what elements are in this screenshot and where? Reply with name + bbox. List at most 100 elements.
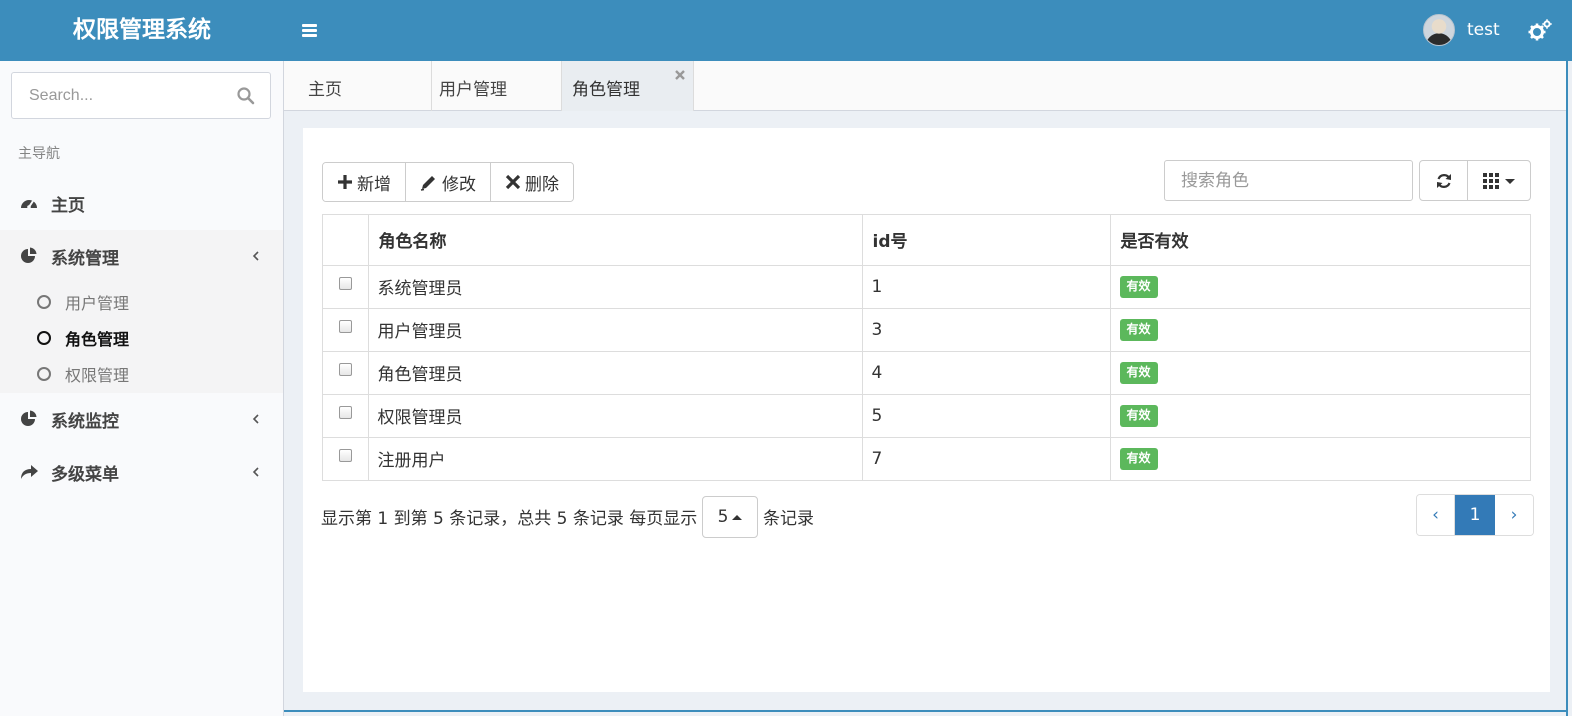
top-header: 权限管理系统 test <box>0 0 1572 61</box>
refresh-button[interactable] <box>1420 161 1468 200</box>
status-badge: 有效 <box>1119 362 1158 384</box>
caret-down-icon <box>1504 178 1515 184</box>
page-button-current[interactable]: 1 <box>1455 495 1495 535</box>
pagination-suffix: 条记录 <box>763 509 814 529</box>
cell-role-name: 权限管理员 <box>368 393 863 437</box>
sidebar-subitem-label: 角色管理 <box>65 330 130 349</box>
row-checkbox[interactable] <box>338 449 352 463</box>
sidebar-group-system: 系统管理 用户管理 角色管理 权限管理 <box>0 230 283 393</box>
delete-button-label: 删除 <box>525 174 559 195</box>
column-header[interactable]: 是否有效 <box>1110 215 1530 266</box>
row-checkbox[interactable] <box>338 277 352 290</box>
status-badge: 有效 <box>1119 405 1158 427</box>
cell-status: 有效 <box>1110 436 1530 480</box>
cell-status: 有效 <box>1110 265 1530 308</box>
sidebar-item-system-monitor[interactable]: 系统监控 <box>0 393 283 445</box>
delete-button[interactable]: 删除 <box>491 163 573 201</box>
sidebar: 主导航 主页 系统管理 用户管理 角色管理 <box>0 61 284 716</box>
table-tools <box>1419 160 1531 201</box>
cell-role-name: 角色管理员 <box>368 350 863 394</box>
sidebar-subitem-role-management[interactable]: 角色管理 <box>0 320 283 356</box>
pie-chart-icon <box>21 247 37 263</box>
frame-edge <box>1566 61 1568 716</box>
cell-id: 1 <box>862 265 1111 308</box>
table-row[interactable]: 注册用户 7 有效 <box>323 436 1530 480</box>
sidebar-subitem-permission-management[interactable]: 权限管理 <box>0 356 283 392</box>
chevron-left-icon <box>252 414 259 424</box>
plus-icon <box>338 175 352 189</box>
column-header[interactable]: 角色名称 <box>368 215 863 266</box>
app-logo[interactable]: 权限管理系统 <box>0 0 284 61</box>
row-checkbox-cell <box>323 393 369 437</box>
sidebar-toggle-icon[interactable] <box>298 18 322 42</box>
table-row[interactable]: 系统管理员 1 有效 <box>323 265 1530 308</box>
pencil-icon <box>420 175 435 191</box>
user-menu[interactable]: test <box>1423 14 1500 46</box>
pie-chart-icon <box>21 410 37 426</box>
role-search-input[interactable] <box>1164 160 1413 201</box>
sidebar-subitem-user-management[interactable]: 用户管理 <box>0 284 283 320</box>
sidebar-search-input[interactable] <box>12 73 227 118</box>
username: test <box>1467 20 1500 40</box>
table-row[interactable]: 角色管理员 4 有效 <box>323 350 1530 394</box>
search-icon[interactable] <box>236 86 256 106</box>
row-checkbox[interactable] <box>338 363 352 376</box>
row-checkbox-cell <box>323 265 369 308</box>
cell-status: 有效 <box>1110 393 1530 437</box>
row-checkbox-cell <box>323 436 369 480</box>
tab-user-management[interactable]: 用户管理 <box>432 61 562 111</box>
edit-button-label: 修改 <box>442 174 476 195</box>
cell-id: 5 <box>862 393 1111 437</box>
remove-icon <box>505 174 521 190</box>
cell-role-name: 注册用户 <box>368 436 863 480</box>
grid-icon <box>1482 172 1499 189</box>
circle-icon <box>37 367 51 381</box>
cell-id: 4 <box>862 350 1111 394</box>
table-row[interactable]: 用户管理员 3 有效 <box>323 307 1530 351</box>
sidebar-item-multilevel-menu[interactable]: 多级菜单 <box>0 446 283 498</box>
caret-up-icon <box>732 514 743 520</box>
sidebar-search <box>11 72 271 119</box>
pagination-info: 显示第 1 到第 5 条记录，总共 5 条记录 每页显示 <box>321 509 698 529</box>
cell-id: 3 <box>862 307 1111 351</box>
cell-id: 7 <box>862 436 1111 480</box>
cell-role-name: 用户管理员 <box>368 307 863 351</box>
close-icon[interactable] <box>674 69 686 81</box>
cell-status: 有效 <box>1110 307 1530 351</box>
tab-role-management[interactable]: 角色管理 <box>562 61 694 111</box>
status-badge: 有效 <box>1119 276 1158 298</box>
row-checkbox[interactable] <box>338 406 352 419</box>
avatar <box>1423 14 1455 46</box>
sidebar-item-home[interactable]: 主页 <box>0 177 283 229</box>
next-page-button[interactable]: › <box>1495 495 1533 535</box>
prev-page-button[interactable]: ‹ <box>1417 495 1455 535</box>
row-checkbox[interactable] <box>338 320 352 333</box>
tab-label: 主页 <box>308 80 342 100</box>
header-checkbox-cell <box>323 215 369 266</box>
status-badge: 有效 <box>1119 319 1158 341</box>
roles-table: 角色名称 id号 是否有效 系统管理员 1 有效 用户管理员 3 有效 角色管理… <box>322 214 1531 481</box>
columns-toggle-button[interactable] <box>1468 161 1530 200</box>
action-button-group: 新增 修改 删除 <box>322 162 574 202</box>
chevron-left-icon <box>252 251 259 261</box>
sidebar-item-label: 系统管理 <box>51 248 119 269</box>
row-checkbox-cell <box>323 350 369 394</box>
frame-edge <box>284 710 1568 712</box>
cell-role-name: 系统管理员 <box>368 265 863 308</box>
page-size-value: 5 <box>717 507 729 527</box>
share-icon <box>21 465 38 479</box>
dashboard-icon <box>21 200 37 209</box>
refresh-icon <box>1436 173 1451 188</box>
sidebar-item-system-management[interactable]: 系统管理 <box>0 230 283 282</box>
edit-button[interactable]: 修改 <box>406 163 491 201</box>
column-header[interactable]: id号 <box>862 215 1111 266</box>
table-row[interactable]: 权限管理员 5 有效 <box>323 393 1530 437</box>
sidebar-subitem-label: 用户管理 <box>65 294 130 313</box>
add-button[interactable]: 新增 <box>323 163 406 201</box>
status-badge: 有效 <box>1119 448 1158 471</box>
gears-icon[interactable] <box>1528 19 1552 41</box>
tab-home[interactable]: 主页 <box>284 61 432 111</box>
page-size-dropdown[interactable]: 5 <box>702 496 758 538</box>
nav-header: 主导航 <box>18 146 60 162</box>
sidebar-item-label: 系统监控 <box>51 411 119 432</box>
